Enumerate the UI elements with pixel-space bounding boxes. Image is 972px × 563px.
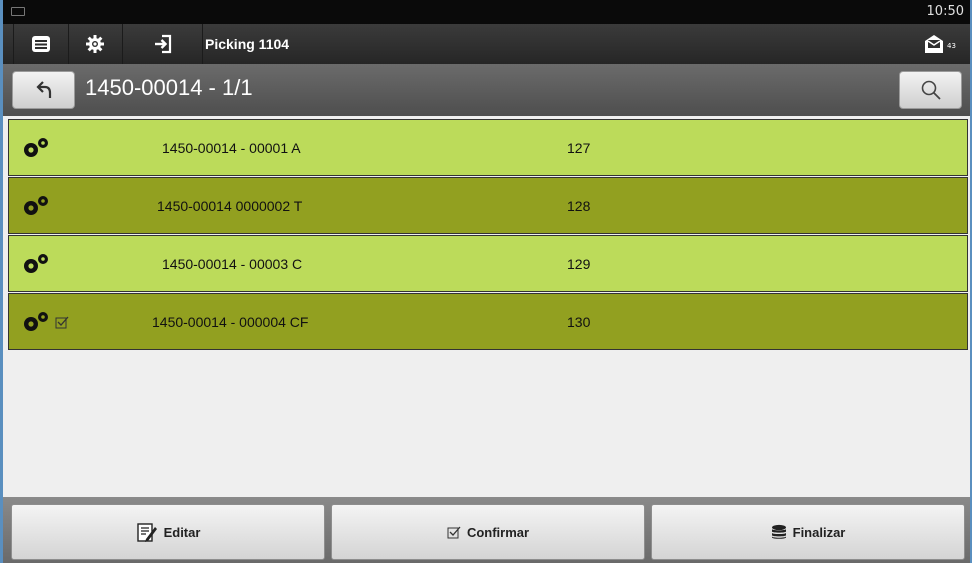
item-number: 130 (567, 314, 591, 330)
app-frame: 10:50 Picking 1104 43 1450-00014 - 1/1 1… (3, 0, 970, 563)
list-item[interactable]: 1450-00014 - 00003 C 129 (8, 235, 968, 292)
checkbox-icon (447, 526, 461, 539)
search-button[interactable] (899, 71, 962, 109)
bottom-toolbar: Editar Confirmar Finalizar (3, 497, 970, 563)
item-number: 129 (567, 256, 591, 272)
list-menu-icon (32, 36, 50, 52)
status-bar: 10:50 (3, 0, 970, 24)
item-list: 1450-00014 - 00001 A 127 1450-00014 0000… (8, 119, 968, 351)
search-icon (921, 80, 941, 100)
item-code: 1450-00014 - 000004 CF (152, 314, 309, 330)
gears-icon (24, 138, 48, 157)
finish-label: Finalizar (792, 524, 846, 540)
item-code: 1450-00014 - 00003 C (162, 256, 303, 272)
edit-button[interactable]: Editar (11, 504, 325, 560)
item-code: 1450-00014 0000002 T (157, 198, 303, 214)
logout-button[interactable] (123, 24, 203, 64)
back-button[interactable] (12, 71, 75, 109)
confirm-label: Confirmar (466, 524, 530, 540)
keyboard-icon (11, 7, 25, 16)
list-item[interactable]: 1450-00014 - 000004 CF 130 (8, 293, 968, 350)
list-item[interactable]: 1450-00014 - 00001 A 127 (8, 119, 968, 176)
messages-button[interactable]: 43 (922, 32, 962, 56)
clock: 10:50 (926, 4, 964, 19)
database-icon (771, 524, 786, 539)
sign-in-icon (155, 34, 172, 54)
edit-label: Editar (163, 524, 201, 540)
confirm-button[interactable]: Confirmar (331, 504, 645, 560)
gears-icon (24, 312, 48, 331)
item-code: 1450-00014 - 00001 A (162, 140, 301, 156)
menu-button[interactable] (13, 24, 69, 64)
mail-badge: 43 (947, 42, 956, 50)
gears-icon (24, 254, 48, 273)
edit-note-icon (136, 523, 157, 542)
finish-button[interactable]: Finalizar (651, 504, 965, 560)
gear-icon (86, 35, 104, 53)
item-number: 127 (567, 140, 591, 156)
settings-button[interactable] (68, 24, 123, 64)
gears-icon (24, 196, 48, 215)
item-number: 128 (567, 198, 591, 214)
header-bar: 1450-00014 - 1/1 (3, 64, 970, 116)
action-bar: Picking 1104 43 (3, 24, 970, 65)
page-title: Picking 1104 (205, 36, 290, 52)
checked-box-icon (55, 316, 69, 329)
mail-icon: 43 (925, 35, 956, 53)
list-item[interactable]: 1450-00014 0000002 T 128 (8, 177, 968, 234)
undo-arrow-icon (35, 81, 51, 98)
order-title: 1450-00014 - 1/1 (85, 75, 253, 100)
